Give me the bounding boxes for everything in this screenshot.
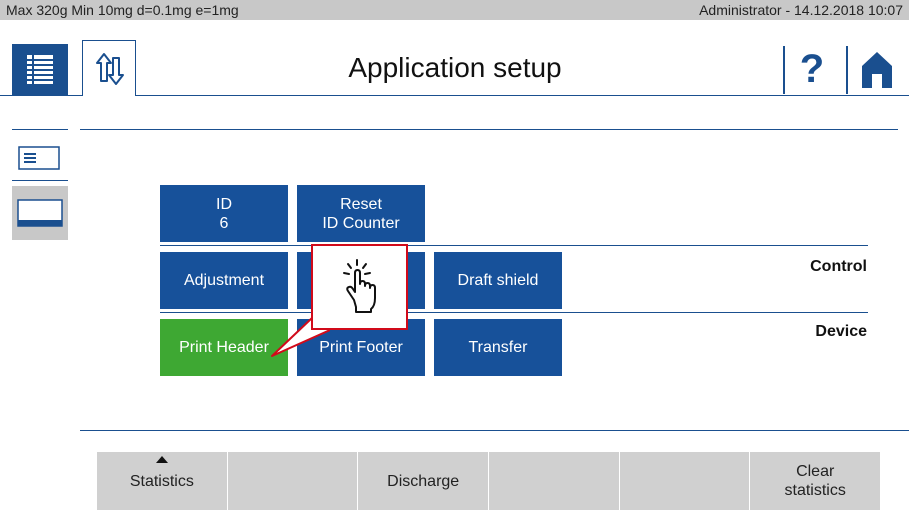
panel-view-icon <box>17 199 63 227</box>
list-icon <box>27 55 53 84</box>
section-label-control: Control <box>810 258 867 275</box>
transfer-label: Transfer <box>468 339 528 356</box>
side-divider <box>12 129 68 130</box>
id-button-label: ID 6 <box>216 195 232 232</box>
expand-up-icon <box>155 456 168 463</box>
content-divider <box>80 129 898 130</box>
home-icon <box>862 52 892 88</box>
user-datetime: Administrator - 14.12.2018 10:07 <box>699 2 903 18</box>
side-divider <box>12 180 68 181</box>
reset-id-counter-button[interactable]: Reset ID Counter <box>297 185 425 242</box>
softkey-label: Discharge <box>387 472 460 490</box>
page-title: Application setup <box>348 52 562 83</box>
softkey-statistics[interactable]: Statistics <box>97 452 228 510</box>
header-divider-left <box>0 95 82 96</box>
tap-hand-icon <box>343 259 376 313</box>
header-separator <box>783 46 785 94</box>
softkey-label: Clear statistics <box>784 463 846 499</box>
row-divider <box>160 245 868 246</box>
up-down-arrows-icon <box>96 53 124 85</box>
softkey-clear-statistics[interactable]: Clear statistics <box>750 452 881 510</box>
header-separator <box>846 46 848 94</box>
softkey-bar: Statistics Discharge Clear statistics <box>97 452 881 510</box>
status-bar: Max 320g Min 10mg d=0.1mg e=1mg Administ… <box>0 0 909 20</box>
callout-box <box>311 244 408 330</box>
weighing-range-info: Max 320g Min 10mg d=0.1mg e=1mg <box>6 2 239 18</box>
footer-divider <box>80 430 909 431</box>
help-button[interactable]: ? <box>792 44 832 94</box>
home-button[interactable] <box>852 44 902 94</box>
header-divider <box>136 95 909 96</box>
view-list-button[interactable] <box>18 146 60 170</box>
text-view-icon <box>18 146 60 170</box>
section-label-device: Device <box>815 323 867 340</box>
print-header-label: Print Header <box>179 339 269 356</box>
adjustment-label: Adjustment <box>183 272 265 289</box>
view-panel-button[interactable] <box>12 186 68 240</box>
softkey-empty[interactable] <box>227 452 359 510</box>
softkey-discharge[interactable]: Discharge <box>358 452 490 510</box>
reset-id-counter-label: Reset ID Counter <box>322 195 400 232</box>
softkey-empty[interactable] <box>489 452 620 510</box>
tab-transfer-setup[interactable] <box>82 40 136 96</box>
print-footer-label: Print Footer <box>319 339 403 356</box>
menu-button[interactable] <box>12 44 68 96</box>
draft-shield-button[interactable]: Draft shield <box>434 252 562 309</box>
draft-shield-label: Draft shield <box>457 272 539 289</box>
id-button[interactable]: ID 6 <box>160 185 288 242</box>
transfer-button[interactable]: Transfer <box>434 319 562 376</box>
softkey-empty[interactable] <box>619 452 751 510</box>
softkey-label: Statistics <box>129 472 194 490</box>
